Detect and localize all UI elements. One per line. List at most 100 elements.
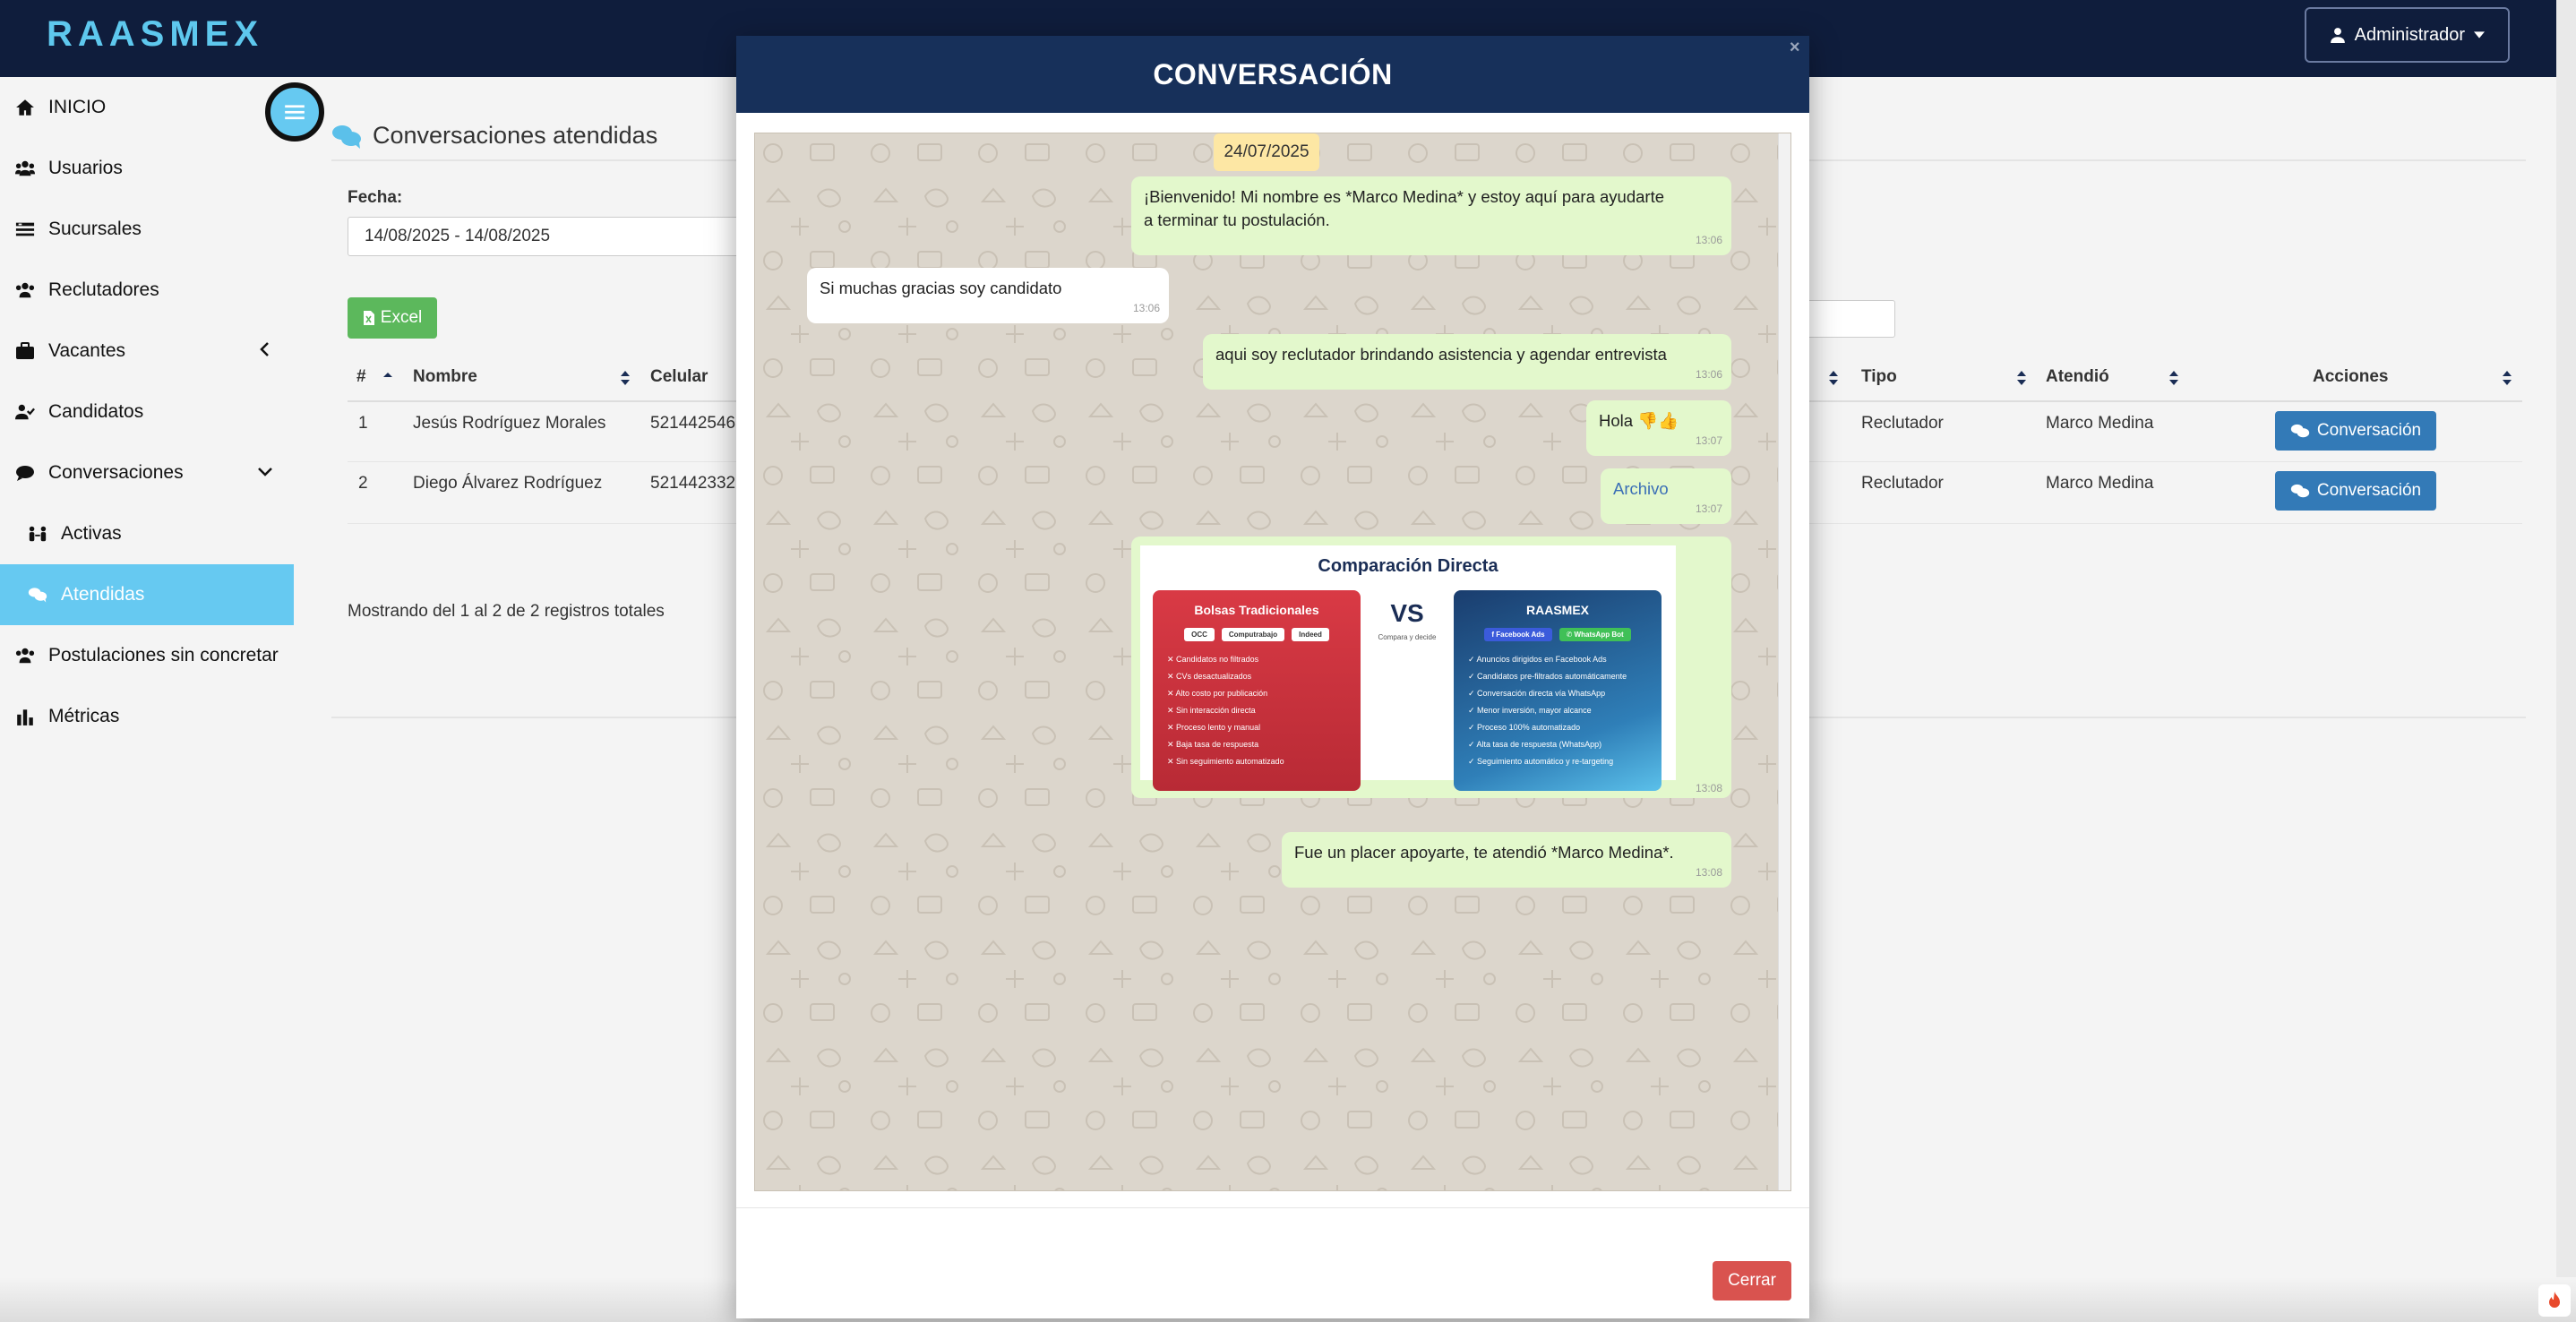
message-outgoing: Fue un placer apoyarte, te atendió *Marc…	[1282, 832, 1731, 888]
users-icon	[14, 158, 36, 179]
sort-icon[interactable]	[2501, 369, 2513, 387]
message-outgoing: Archivo 13:07	[1601, 468, 1731, 524]
column-header-acciones[interactable]: Acciones	[2313, 367, 2388, 387]
user-menu-button[interactable]: Administrador	[2304, 7, 2510, 63]
chat-panel: 24/07/2025 ¡Bienvenido! Mi nombre es *Ma…	[754, 133, 1791, 1191]
table-search-input[interactable]	[1802, 300, 1895, 338]
sidebar-item-inicio[interactable]: INICIO	[0, 77, 294, 138]
modal-close-button[interactable]: ×	[1790, 38, 1800, 58]
conversation-button-label: Conversación	[2316, 421, 2422, 440]
conversation-button-label: Conversación	[2316, 481, 2422, 500]
chevron-down-icon	[258, 468, 272, 476]
message-image[interactable]: Comparación Directa Bolsas Tradicionales…	[1131, 537, 1731, 798]
sort-icon[interactable]	[2015, 369, 2028, 387]
sort-icon[interactable]	[2168, 369, 2180, 387]
cell-number: 2	[358, 474, 368, 493]
sidebar-item-sucursales[interactable]: Sucursales	[0, 199, 294, 260]
feature-item: ✓ Anuncios dirigidos en Facebook Ads	[1468, 655, 1607, 664]
sidebar-item-label: Sucursales	[48, 219, 142, 239]
sidebar-item-label: Conversaciones	[48, 462, 184, 483]
chip: OCC	[1184, 628, 1215, 641]
feature-text: Sin seguimiento automatizado	[1176, 757, 1284, 766]
card-title: RAASMEX	[1525, 603, 1589, 617]
feature-text: Alta tasa de respuesta (WhatsApp)	[1476, 740, 1602, 749]
feature-text: Proceso 100% automatizado	[1477, 723, 1581, 732]
sidebar-toggle-button[interactable]	[265, 82, 324, 142]
brand-logo[interactable]: RAASMEX	[47, 14, 263, 55]
close-button[interactable]: Cerrar	[1713, 1261, 1791, 1301]
sidebar-item-vacantes[interactable]: Vacantes	[0, 321, 294, 382]
sidebar-item-reclutadores[interactable]: Reclutadores	[0, 260, 294, 321]
modal-header: CONVERSACIÓN ×	[736, 36, 1809, 113]
sidebar: INICIO Usuarios Sucursales Reclutadores …	[0, 77, 294, 1322]
vs-subtitle: Compara y decide	[1378, 633, 1437, 641]
cell-celular: 5214425463	[650, 414, 740, 433]
chip-row: f Facebook Ads ✆ WhatsApp Bot	[1454, 628, 1662, 641]
sidebar-item-candidatos[interactable]: Candidatos	[0, 382, 294, 442]
user-icon	[2330, 28, 2345, 43]
chat-scrollbar[interactable]	[1778, 133, 1790, 1190]
feature-text: Candidatos pre-filtrados automáticamente	[1477, 672, 1627, 681]
feature-text: Proceso lento y manual	[1176, 723, 1261, 732]
vs-label: VS	[1390, 599, 1424, 627]
chip: f Facebook Ads	[1484, 628, 1552, 641]
modal-title: CONVERSACIÓN	[1153, 57, 1393, 90]
fire-icon[interactable]	[2538, 1284, 2571, 1317]
feature-item: ✕ Sin interacción directa	[1167, 706, 1256, 715]
sidebar-item-atendidas[interactable]: Atendidas	[0, 564, 294, 625]
sidebar-item-usuarios[interactable]: Usuarios	[0, 138, 294, 199]
sidebar-item-postulaciones-sin-concretar[interactable]: Postulaciones sin concretar	[0, 625, 294, 686]
message-time: 13:06	[1695, 368, 1722, 381]
sidebar-item-conversaciones[interactable]: Conversaciones	[0, 442, 294, 503]
cell-celular: 5214423321	[650, 474, 740, 493]
message-text: a terminar tu postulación.	[1144, 210, 1330, 229]
column-header-tipo[interactable]: Tipo	[1861, 367, 1897, 387]
sidebar-item-metricas[interactable]: Métricas	[0, 686, 294, 747]
feature-item: ✓ Alta tasa de respuesta (WhatsApp)	[1468, 740, 1602, 749]
branches-icon	[14, 219, 36, 240]
sidebar-item-label: Reclutadores	[48, 279, 159, 300]
conversation-button[interactable]: Conversación	[2275, 471, 2436, 511]
card-title: Bolsas Tradicionales	[1194, 603, 1319, 617]
feature-text: Seguimiento automático y re-targeting	[1477, 757, 1614, 766]
column-header-celular[interactable]: Celular	[650, 367, 708, 387]
chevron-left-icon	[260, 342, 269, 356]
feature-item: ✓ Proceso 100% automatizado	[1468, 723, 1581, 732]
feature-text: CVs desactualizados	[1176, 672, 1252, 681]
message-time: 13:06	[1695, 234, 1722, 246]
sidebar-item-label: Usuarios	[48, 158, 123, 178]
sidebar-item-activas[interactable]: Activas	[0, 503, 294, 564]
sort-icon[interactable]	[1827, 369, 1840, 387]
conversation-button[interactable]: Conversación	[2275, 411, 2436, 451]
column-header-atendio[interactable]: Atendió	[2046, 367, 2109, 387]
bar-chart-icon	[14, 706, 36, 727]
feature-item: ✓ Conversación directa vía WhatsApp	[1468, 689, 1606, 698]
feature-item: ✕ CVs desactualizados	[1167, 672, 1252, 681]
sort-icon[interactable]	[619, 369, 631, 387]
home-icon	[14, 97, 36, 118]
feature-item: ✓ Menor inversión, mayor alcance	[1468, 706, 1592, 715]
chip: Indeed	[1292, 628, 1329, 641]
feature-item: ✕ Baja tasa de respuesta	[1167, 740, 1259, 749]
feature-item: ✕ Proceso lento y manual	[1167, 723, 1261, 732]
sort-asc-icon[interactable]	[382, 369, 394, 387]
feature-text: Menor inversión, mayor alcance	[1477, 706, 1592, 715]
excel-button-label: Excel	[380, 308, 423, 327]
excel-export-button[interactable]: Excel	[348, 297, 437, 339]
sidebar-item-label: Vacantes	[48, 340, 125, 361]
conversation-modal: CONVERSACIÓN × 24/07/2025 ¡Bienvenido! M…	[736, 36, 1809, 1318]
date-separator: 24/07/2025	[1214, 133, 1319, 171]
page-scrollbar[interactable]	[2556, 0, 2576, 1322]
message-time: 13:07	[1695, 502, 1722, 515]
cell-number: 1	[358, 414, 368, 433]
column-header-nombre[interactable]: Nombre	[413, 367, 477, 387]
sidebar-item-label: Postulaciones sin concretar	[48, 645, 279, 665]
user-menu-label: Administrador	[2354, 24, 2465, 45]
date-range-input[interactable]: 14/08/2025 - 14/08/2025	[348, 217, 742, 256]
feature-item: ✓ Seguimiento automático y re-targeting	[1468, 757, 1614, 766]
chip: ✆ WhatsApp Bot	[1558, 628, 1631, 641]
sidebar-item-label: Candidatos	[48, 401, 144, 422]
people-arrows-icon	[27, 523, 48, 545]
feature-item: ✕ Alto costo por publicación	[1167, 689, 1268, 698]
column-header-number[interactable]: #	[356, 367, 366, 387]
